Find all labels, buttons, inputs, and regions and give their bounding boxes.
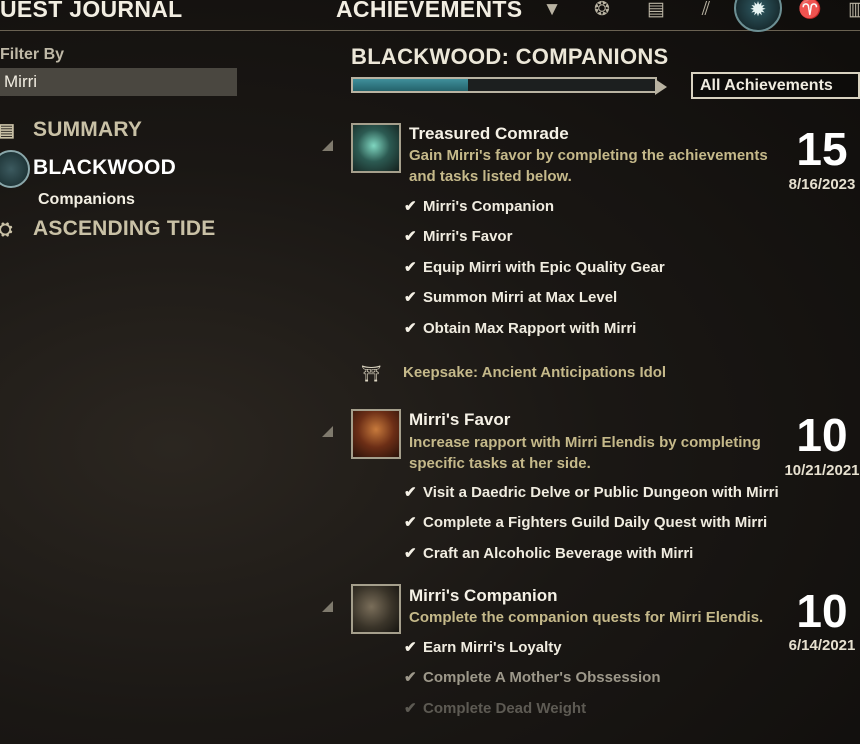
checkmark-icon: ✔ bbox=[404, 700, 417, 717]
category-label: ASCENDING TIDE bbox=[33, 217, 216, 240]
achievement-points: 15 bbox=[796, 123, 848, 175]
trophy-icon[interactable]: ♈ bbox=[796, 0, 824, 22]
category-label: BLACKWOOD bbox=[33, 156, 176, 179]
task-item: ✔ Complete A Mother's Obssession bbox=[404, 669, 661, 686]
mirris-companion-icon bbox=[351, 584, 401, 634]
quest-journal-title[interactable]: UEST JOURNAL bbox=[0, 0, 183, 23]
dye-icon[interactable]: ❂ bbox=[588, 0, 616, 22]
task-item: ✔ Visit a Daedric Delve or Public Dungeon… bbox=[404, 484, 779, 501]
achievements-title: ACHIEVEMENTS bbox=[336, 0, 523, 22]
achievement-description: Gain Mirri's favor by completing the ach… bbox=[409, 147, 768, 185]
achievement-description: Complete the companion quests for Mirri … bbox=[409, 609, 764, 626]
filter-input[interactable]: Mirri bbox=[0, 68, 237, 96]
progress-fill bbox=[353, 79, 468, 91]
achievements-emblem-icon[interactable]: ✹ bbox=[734, 0, 782, 32]
task-item: ✔ Mirri's Companion bbox=[404, 198, 555, 215]
gear-fist-icon: ⛭ bbox=[0, 219, 13, 239]
achievement-description: Increase rapport with Mirri Elendis by c… bbox=[409, 434, 761, 472]
progress-bar-tip bbox=[655, 79, 667, 95]
checkmark-icon: ✔ bbox=[404, 669, 417, 686]
achievement-points: 10 bbox=[796, 409, 848, 461]
checkmark-icon: ✔ bbox=[404, 514, 417, 531]
achievement-name: Treasured Comrade bbox=[409, 124, 569, 143]
collapse-toggle-icon[interactable] bbox=[322, 601, 333, 612]
achievement-date: 10/21/2021 bbox=[784, 462, 860, 479]
scroll-icon: ▤ bbox=[0, 120, 16, 140]
checkmark-icon: ✔ bbox=[404, 289, 417, 306]
collapse-toggle-icon[interactable] bbox=[322, 140, 333, 151]
book-icon[interactable]: ▥ bbox=[843, 0, 860, 22]
task-item: ✔ Summon Mirri at Max Level bbox=[404, 289, 618, 306]
subcategory-companions[interactable]: Companions bbox=[38, 191, 135, 209]
mirris-favor-icon bbox=[351, 409, 401, 459]
top-bar: UEST JOURNAL ACHIEVEMENTS ▼ ❂ ▤ ⫽ ✹ ♈ ▥ bbox=[0, 0, 860, 32]
achievement-points: 10 bbox=[796, 585, 848, 637]
filter-label: Filter By bbox=[0, 46, 65, 63]
task-item: ✔ Equip Mirri with Epic Quality Gear bbox=[404, 259, 665, 276]
task-item: ✔ Obtain Max Rapport with Mirri bbox=[404, 320, 637, 337]
checkmark-icon: ✔ bbox=[404, 545, 417, 562]
keepsake-icon: ⛩ bbox=[361, 366, 382, 383]
section-title: BLACKWOOD: COMPANIONS bbox=[351, 44, 669, 69]
tabard-icon[interactable]: ▼ bbox=[538, 0, 566, 22]
achievement-filter-dropdown[interactable]: All Achievements bbox=[691, 72, 860, 99]
task-item: ✔ Earn Mirri's Loyalty bbox=[404, 639, 562, 656]
category-progress-bar bbox=[351, 77, 657, 93]
scroll-icon[interactable]: ▤ bbox=[642, 0, 670, 22]
checkmark-icon: ✔ bbox=[404, 259, 417, 276]
treasured-comrade-icon bbox=[351, 123, 401, 173]
task-item: ✔ Craft an Alcoholic Beverage with Mirri bbox=[404, 545, 694, 562]
task-item: ✔ Mirri's Favor bbox=[404, 228, 513, 245]
checkmark-icon: ✔ bbox=[404, 639, 417, 656]
achievement-date: 6/14/2021 bbox=[788, 637, 856, 654]
checkmark-icon: ✔ bbox=[404, 228, 417, 245]
achievement-name: Mirri's Companion bbox=[409, 586, 558, 605]
collapse-toggle-icon[interactable] bbox=[322, 426, 333, 437]
achievement-reward: Keepsake: Ancient Anticipations Idol bbox=[403, 364, 667, 381]
blackwood-emblem-icon bbox=[0, 150, 30, 188]
task-item: ✔ Complete a Fighters Guild Daily Quest w… bbox=[404, 514, 768, 531]
achievement-name: Mirri's Favor bbox=[409, 410, 511, 429]
task-item: ✔ Complete Dead Weight bbox=[404, 700, 587, 717]
checkmark-icon: ✔ bbox=[404, 484, 417, 501]
checkmark-icon: ✔ bbox=[404, 198, 417, 215]
achievement-date: 8/16/2023 bbox=[788, 176, 856, 193]
checkmark-icon: ✔ bbox=[404, 320, 417, 337]
stats-icon[interactable]: ⫽ bbox=[692, 0, 720, 22]
category-label: SUMMARY bbox=[33, 118, 143, 141]
